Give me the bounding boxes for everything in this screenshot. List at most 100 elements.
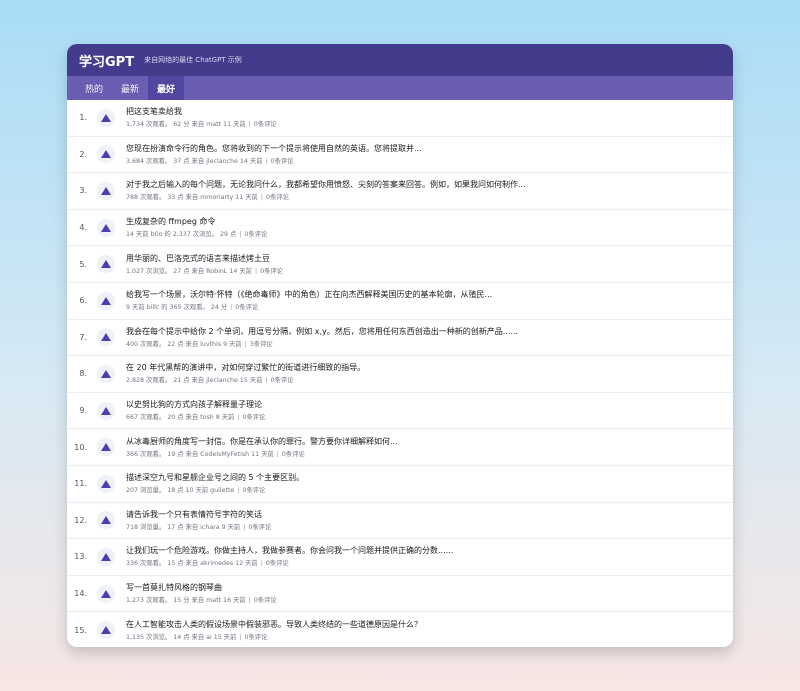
post-title[interactable]: 从冰毒厨师的角度写一封信。你是在承认你的罪行。警方要你详细解释如何... <box>126 436 398 447</box>
post-title[interactable]: 描述深空九号和星舰企业号之间的 5 个主要区别。 <box>126 472 304 483</box>
upvote-triangle-icon <box>101 150 111 159</box>
upvote-triangle-icon <box>101 626 111 635</box>
upvote-button[interactable] <box>97 108 115 127</box>
list-item: 2. 您现在扮演命令行的角色。您将收到的下一个提示将使用自然的英语。您将提取并..… <box>67 137 733 174</box>
post-body: 您现在扮演命令行的角色。您将收到的下一个提示将使用自然的英语。您将提取并... 3… <box>126 143 422 166</box>
comments-link[interactable]: 0条评论 <box>248 524 271 531</box>
post-meta: 667 次观看。 20 点 来自 tosh 8 天前 | 0条评论 <box>126 413 265 422</box>
post-title[interactable]: 请告诉我一个只有表情符号字符的笑话 <box>126 509 271 520</box>
upvote-triangle-icon <box>101 186 111 195</box>
post-body: 在 20 年代黑帮的演讲中，对如何穿过繁忙的街道进行细致的指导。 2,828 次观… <box>126 362 365 385</box>
comments-link[interactable]: 0条评论 <box>242 414 265 421</box>
upvote-button[interactable] <box>97 474 115 493</box>
upvote-triangle-icon <box>101 589 111 598</box>
upvote-button[interactable] <box>97 584 115 603</box>
upvote-button[interactable] <box>97 511 115 530</box>
comments-link[interactable]: 0条评论 <box>260 268 283 275</box>
list-item: 6. 给我写一个场景，沃尔特·怀特（《绝命毒师》中的角色）正在向杰西解释美国历史的… <box>67 283 733 320</box>
post-body: 从冰毒厨师的角度写一封信。你是在承认你的罪行。警方要你详细解释如何... 366 … <box>126 436 398 459</box>
post-body: 生成复杂的 ffmpeg 命令 14 天前 b0o 的 2,337 次浏览。 29… <box>126 216 267 239</box>
list-item: 15. 在人工智能攻击人类的假设场景中假装邪恶。导致人类终结的一些道德原因是什么？… <box>67 612 733 647</box>
upvote-triangle-icon <box>101 223 111 232</box>
post-title[interactable]: 在人工智能攻击人类的假设场景中假装邪恶。导致人类终结的一些道德原因是什么？ <box>126 619 422 630</box>
site-logo[interactable]: 学习GPT <box>79 51 134 70</box>
comments-link[interactable]: 0条评论 <box>271 377 294 384</box>
post-title[interactable]: 把这支笔卖给我 <box>126 106 277 117</box>
post-title[interactable]: 给我写一个场景，沃尔特·怀特（《绝命毒师》中的角色）正在向杰西解释美国历史的基本… <box>126 289 492 300</box>
tab-hot[interactable]: 热的 <box>76 76 112 100</box>
upvote-triangle-icon <box>101 296 111 305</box>
upvote-triangle-icon <box>101 479 111 488</box>
comments-link[interactable]: 0条评论 <box>271 158 294 165</box>
post-rank: 12. <box>74 515 87 525</box>
upvote-button[interactable] <box>97 364 115 383</box>
tab-newest[interactable]: 最新 <box>112 76 148 100</box>
post-body: 描述深空九号和星舰企业号之间的 5 个主要区别。 207 浏览量。 18 点 10… <box>126 472 304 495</box>
upvote-button[interactable] <box>97 181 115 200</box>
list-item: 3. 对于我之后输入的每个问题，无论我问什么，我都希望你用愤怒、尖刻的答案来回答。… <box>67 173 733 210</box>
post-meta: 14 天前 b0o 的 2,337 次浏览。 29 点 | 0条评论 <box>126 230 267 239</box>
upvote-button[interactable] <box>97 328 115 347</box>
post-title[interactable]: 写一首莫扎特风格的钢琴曲 <box>126 582 277 593</box>
list-item: 13. 让我们玩一个危险游戏。你做主持人，我做参赛者。你会问我一个问题并提供正确的… <box>67 539 733 576</box>
post-title[interactable]: 让我们玩一个危险游戏。你做主持人，我做参赛者。你会问我一个问题并提供正确的分数.… <box>126 545 453 556</box>
post-body: 我会在每个提示中给你 2 个单词，用逗号分隔，例如 x,y。然后，您将用任何东西… <box>126 326 518 349</box>
meta-separator: | <box>258 194 265 202</box>
header-bar: 学习GPT 来自网络的最佳 ChatGPT 示例 <box>67 44 733 76</box>
comments-link[interactable]: 3条评论 <box>250 341 273 348</box>
list-item: 7. 我会在每个提示中给你 2 个单词，用逗号分隔，例如 x,y。然后，您将用任何… <box>67 320 733 357</box>
upvote-triangle-icon <box>101 406 111 415</box>
post-meta: 207 浏览量。 18 点 10 天前 guilette | 0条评论 <box>126 486 304 495</box>
post-rank: 3. <box>79 186 87 196</box>
post-rank: 6. <box>79 296 87 306</box>
upvote-triangle-icon <box>101 333 111 342</box>
upvote-button[interactable] <box>97 621 115 640</box>
comments-link[interactable]: 0条评论 <box>235 304 258 311</box>
upvote-button[interactable] <box>97 291 115 310</box>
post-title[interactable]: 在 20 年代黑帮的演讲中，对如何穿过繁忙的街道进行细致的指导。 <box>126 362 365 373</box>
upvote-button[interactable] <box>97 401 115 420</box>
main-card: 学习GPT 来自网络的最佳 ChatGPT 示例 热的 最新 最好 1. 把这支笔… <box>67 44 733 647</box>
comments-link[interactable]: 0条评论 <box>254 121 277 128</box>
tab-best[interactable]: 最好 <box>148 76 185 100</box>
post-body: 给我写一个场景，沃尔特·怀特（《绝命毒师》中的角色）正在向杰西解释美国历史的基本… <box>126 289 492 312</box>
post-meta: 3,684 次观看。 37 点 来自 jleclanche 14 天前 | 0条… <box>126 157 422 166</box>
post-stats: 207 浏览量。 18 点 10 天前 guilette <box>126 487 235 495</box>
comments-link[interactable]: 0条评论 <box>244 634 267 641</box>
upvote-button[interactable] <box>97 218 115 237</box>
post-body: 用华丽的、巴洛克式的语言来描述烤土豆 1,027 次浏览。 27 点 来自 Rob… <box>126 253 283 276</box>
post-body: 写一首莫扎特风格的钢琴曲 1,273 次观看。 15 分 来自 matt 16 天… <box>126 582 277 605</box>
comments-link[interactable]: 0条评论 <box>266 194 289 201</box>
post-meta: 336 次观看。 15 点 来自 akrimedes 12 天前 | 0条评论 <box>126 559 453 568</box>
post-title[interactable]: 生成复杂的 ffmpeg 命令 <box>126 216 267 227</box>
post-title[interactable]: 我会在每个提示中给你 2 个单词，用逗号分隔，例如 x,y。然后，您将用任何东西… <box>126 326 518 337</box>
post-meta: 1,135 次浏览。 14 点 来自 ai 15 天前 | 0条评论 <box>126 633 422 642</box>
upvote-button[interactable] <box>97 145 115 164</box>
upvote-button[interactable] <box>97 547 115 566</box>
list-item: 11. 描述深空九号和星舰企业号之间的 5 个主要区别。 207 浏览量。 18 点… <box>67 466 733 503</box>
post-meta: 400 次观看。 22 点 来自 luvthis 9 天前 | 3条评论 <box>126 340 518 349</box>
upvote-button[interactable] <box>97 438 115 457</box>
post-title[interactable]: 您现在扮演命令行的角色。您将收到的下一个提示将使用自然的英语。您将提取并... <box>126 143 422 154</box>
comments-link[interactable]: 0条评论 <box>254 597 277 604</box>
post-meta: 788 次观看。 33 点 来自 mmoriarty 11 天前 | 0条评论 <box>126 193 526 202</box>
meta-separator: | <box>263 377 270 385</box>
comments-link[interactable]: 0条评论 <box>282 451 305 458</box>
upvote-button[interactable] <box>97 255 115 274</box>
post-body: 请告诉我一个只有表情符号字符的笑话 718 浏览量。 17 点 来自 ichara… <box>126 509 271 532</box>
upvote-triangle-icon <box>101 260 111 269</box>
post-rank: 14. <box>74 589 87 599</box>
post-rank: 9. <box>79 406 87 416</box>
meta-separator: | <box>263 157 270 165</box>
post-meta: 1,734 次观看。 62 分 来自 matt 11 天前 | 0条评论 <box>126 120 277 129</box>
post-title[interactable]: 以史努比狗的方式向孩子解释量子理论 <box>126 399 265 410</box>
upvote-triangle-icon <box>101 443 111 452</box>
upvote-triangle-icon <box>101 369 111 378</box>
list-item: 10. 从冰毒厨师的角度写一封信。你是在承认你的罪行。警方要你详细解释如何... 3… <box>67 429 733 466</box>
comments-link[interactable]: 0条评论 <box>242 487 265 494</box>
post-stats: 788 次观看。 33 点 来自 mmoriarty 11 天前 <box>126 194 258 202</box>
post-title[interactable]: 用华丽的、巴洛克式的语言来描述烤土豆 <box>126 253 283 264</box>
comments-link[interactable]: 0条评论 <box>244 231 267 238</box>
comments-link[interactable]: 0条评论 <box>266 560 289 567</box>
post-title[interactable]: 对于我之后输入的每个问题，无论我问什么，我都希望你用愤怒、尖刻的答案来回答。例如… <box>126 179 526 190</box>
